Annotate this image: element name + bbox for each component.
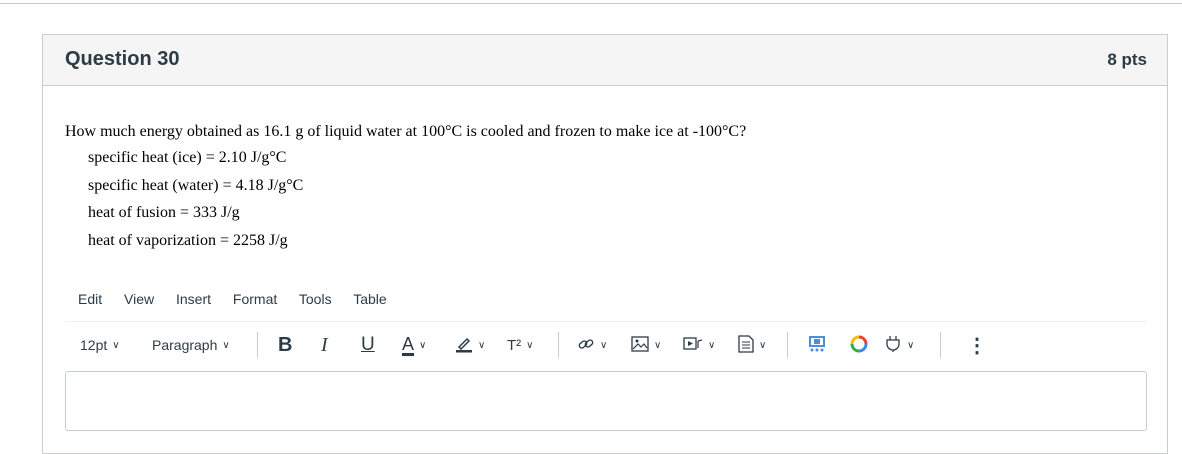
plugin-icon [884, 335, 902, 356]
chevron-down-icon: ∨ [526, 339, 534, 351]
menu-tools[interactable]: Tools [299, 291, 332, 307]
question-header: Question 30 8 pts [43, 35, 1167, 86]
question-card: Question 30 8 pts How much energy obtain… [42, 34, 1168, 454]
menu-insert[interactable]: Insert [176, 291, 211, 307]
link-button[interactable]: ∨ [577, 328, 607, 362]
link-icon [577, 335, 595, 356]
chevron-down-icon: ∨ [759, 339, 767, 351]
chevron-down-icon: ∨ [419, 339, 427, 351]
menu-edit[interactable]: Edit [78, 291, 102, 307]
underline-button[interactable]: U [361, 328, 375, 362]
block-format-select[interactable]: Paragraph ∨ [152, 328, 230, 362]
chevron-down-icon: ∨ [708, 339, 716, 351]
media-button[interactable]: ∨ [683, 328, 715, 362]
google-drive-icon [849, 334, 869, 357]
data-line-heat-of-vaporization: heat of vaporization = 2258 J/g [88, 232, 288, 249]
data-line-heat-of-fusion: heat of fusion = 333 J/g [88, 204, 240, 221]
question-points: 8 pts [1107, 50, 1147, 69]
font-size-value: 12pt [80, 337, 108, 353]
highlight-icon [455, 335, 473, 356]
chevron-down-icon: ∨ [478, 339, 486, 351]
image-button[interactable]: ∨ [631, 328, 661, 362]
bold-icon: B [278, 333, 293, 356]
plugin-button[interactable]: ∨ [884, 328, 914, 362]
italic-button[interactable]: I [321, 328, 328, 362]
more-icon: ⋮ [967, 334, 987, 357]
menubar-divider [65, 321, 1147, 322]
top-divider [0, 3, 1182, 4]
chevron-down-icon: ∨ [907, 339, 915, 351]
menu-table[interactable]: Table [353, 291, 386, 307]
document-icon [738, 334, 754, 356]
google-drive-button[interactable] [849, 328, 869, 362]
toolbar-separator [940, 332, 941, 358]
text-color-button[interactable]: A ∨ [402, 328, 426, 362]
toolbar-separator [257, 332, 258, 358]
apps-button[interactable] [807, 328, 827, 362]
highlight-button[interactable]: ∨ [455, 328, 485, 362]
question-prompt: How much energy obtained as 16.1 g of li… [65, 123, 747, 140]
block-format-value: Paragraph [152, 337, 218, 353]
chevron-down-icon: ∨ [112, 339, 120, 351]
chevron-down-icon: ∨ [222, 339, 230, 351]
document-button[interactable]: ∨ [738, 328, 766, 362]
image-icon [631, 335, 649, 355]
editor-toolbar: 12pt ∨ Paragraph ∨ B I U A ∨ ∨ T² ∨ ∨ ∨ … [65, 328, 1145, 362]
chevron-down-icon: ∨ [600, 339, 608, 351]
question-title: Question 30 [65, 48, 180, 70]
italic-icon: I [321, 333, 328, 356]
menu-format[interactable]: Format [233, 291, 277, 307]
apps-icon [807, 334, 827, 357]
chevron-down-icon: ∨ [654, 339, 662, 351]
media-icon [683, 336, 703, 355]
superscript-icon: T² [507, 336, 522, 354]
text-color-icon: A [402, 333, 415, 356]
data-line-specific-heat-ice: specific heat (ice) = 2.10 J/g°C [88, 149, 287, 166]
toolbar-separator [787, 332, 788, 358]
data-line-specific-heat-water: specific heat (water) = 4.18 J/g°C [88, 177, 304, 194]
bold-button[interactable]: B [278, 328, 292, 362]
toolbar-separator [558, 332, 559, 358]
superscript-button[interactable]: T² ∨ [507, 328, 534, 362]
underline-icon: U [361, 334, 375, 355]
more-options-button[interactable]: ⋮ [967, 328, 987, 362]
answer-editor[interactable] [65, 371, 1147, 431]
editor-menubar: Edit View Insert Format Tools Table [78, 291, 405, 307]
menu-view[interactable]: View [124, 291, 154, 307]
font-size-select[interactable]: 12pt ∨ [80, 328, 120, 362]
